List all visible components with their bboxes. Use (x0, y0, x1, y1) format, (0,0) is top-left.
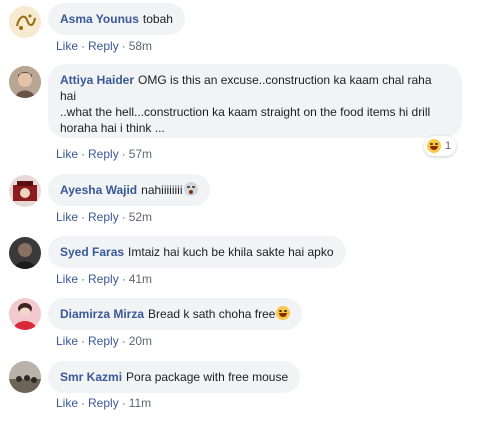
separator: · (121, 334, 126, 348)
reply-link[interactable]: Reply (88, 272, 119, 286)
reaction-count: 1 (445, 140, 452, 152)
timestamp[interactable]: 41m (129, 272, 152, 286)
comment-author[interactable]: Asma Younus (60, 12, 139, 26)
comment-text: nahiiiiiiii (141, 183, 183, 197)
comment-text: tobah (142, 12, 173, 26)
avatar[interactable] (9, 66, 41, 98)
avatar[interactable] (9, 361, 41, 393)
timestamp[interactable]: 52m (129, 210, 152, 224)
like-link[interactable]: Like (56, 396, 78, 410)
comment-actions: Like · Reply · 57m (56, 147, 152, 161)
reaction-badge[interactable]: 1 (424, 136, 457, 156)
comment-bubble: Syed Faras Imtaiz hai kuch be khila sakte… (48, 236, 346, 268)
avatar[interactable] (9, 175, 41, 207)
comment-author[interactable]: Smr Kazmi (60, 370, 122, 384)
laugh-emoji-icon (427, 139, 441, 153)
reply-link[interactable]: Reply (88, 334, 119, 348)
avatar[interactable] (9, 237, 41, 269)
comment-bubble: Attiya Haider OMG is this an excuse..cons… (48, 64, 462, 138)
like-link[interactable]: Like (56, 147, 78, 161)
separator: · (121, 39, 126, 53)
separator: · (81, 147, 86, 161)
comment-actions: Like · Reply · 58m (56, 39, 152, 53)
comment-text: Pora package with free mouse (126, 370, 289, 384)
timestamp[interactable]: 20m (129, 334, 152, 348)
avatar[interactable] (9, 6, 41, 38)
separator: · (81, 272, 86, 286)
comment-text: Bread k sath choha free (148, 307, 276, 321)
laugh-emoji-icon (276, 306, 291, 320)
comment-actions: Like · Reply · 11m (56, 396, 151, 410)
scream-emoji-icon (183, 182, 198, 196)
like-link[interactable]: Like (56, 272, 78, 286)
separator: · (81, 39, 86, 53)
comment-author[interactable]: Ayesha Wajid (60, 183, 137, 197)
separator: · (121, 272, 126, 286)
timestamp[interactable]: 11m (129, 396, 151, 410)
avatar[interactable] (9, 298, 41, 330)
comment-text-line-2: ..what the hell...construction ka kaam s… (60, 105, 431, 135)
separator: · (121, 210, 126, 224)
like-link[interactable]: Like (56, 39, 78, 53)
reply-link[interactable]: Reply (88, 147, 119, 161)
comment-author[interactable]: Syed Faras (60, 245, 124, 259)
separator: · (81, 334, 86, 348)
comment-actions: Like · Reply · 20m (56, 334, 152, 348)
comment-actions: Like · Reply · 52m (56, 210, 152, 224)
comment-bubble: Asma Younus tobah (48, 3, 185, 35)
comment-author[interactable]: Diamirza Mirza (60, 307, 144, 321)
reply-link[interactable]: Reply (88, 210, 119, 224)
comment-bubble: Smr Kazmi Pora package with free mouse (48, 361, 301, 393)
comment-bubble: Ayesha Wajid nahiiiiiiii (48, 174, 210, 206)
separator: · (121, 147, 126, 161)
comment-author[interactable]: Attiya Haider (60, 73, 134, 87)
separator: · (81, 396, 86, 410)
reply-link[interactable]: Reply (88, 39, 119, 53)
like-link[interactable]: Like (56, 210, 78, 224)
separator: · (81, 210, 86, 224)
reply-link[interactable]: Reply (88, 396, 119, 410)
separator: · (121, 396, 126, 410)
like-link[interactable]: Like (56, 334, 78, 348)
timestamp[interactable]: 57m (129, 147, 152, 161)
comment-bubble: Diamirza Mirza Bread k sath choha free (48, 298, 303, 330)
timestamp[interactable]: 58m (129, 39, 152, 53)
comment-actions: Like · Reply · 41m (56, 272, 152, 286)
comment-text: Imtaiz hai kuch be khila sakte hai apko (128, 245, 334, 259)
